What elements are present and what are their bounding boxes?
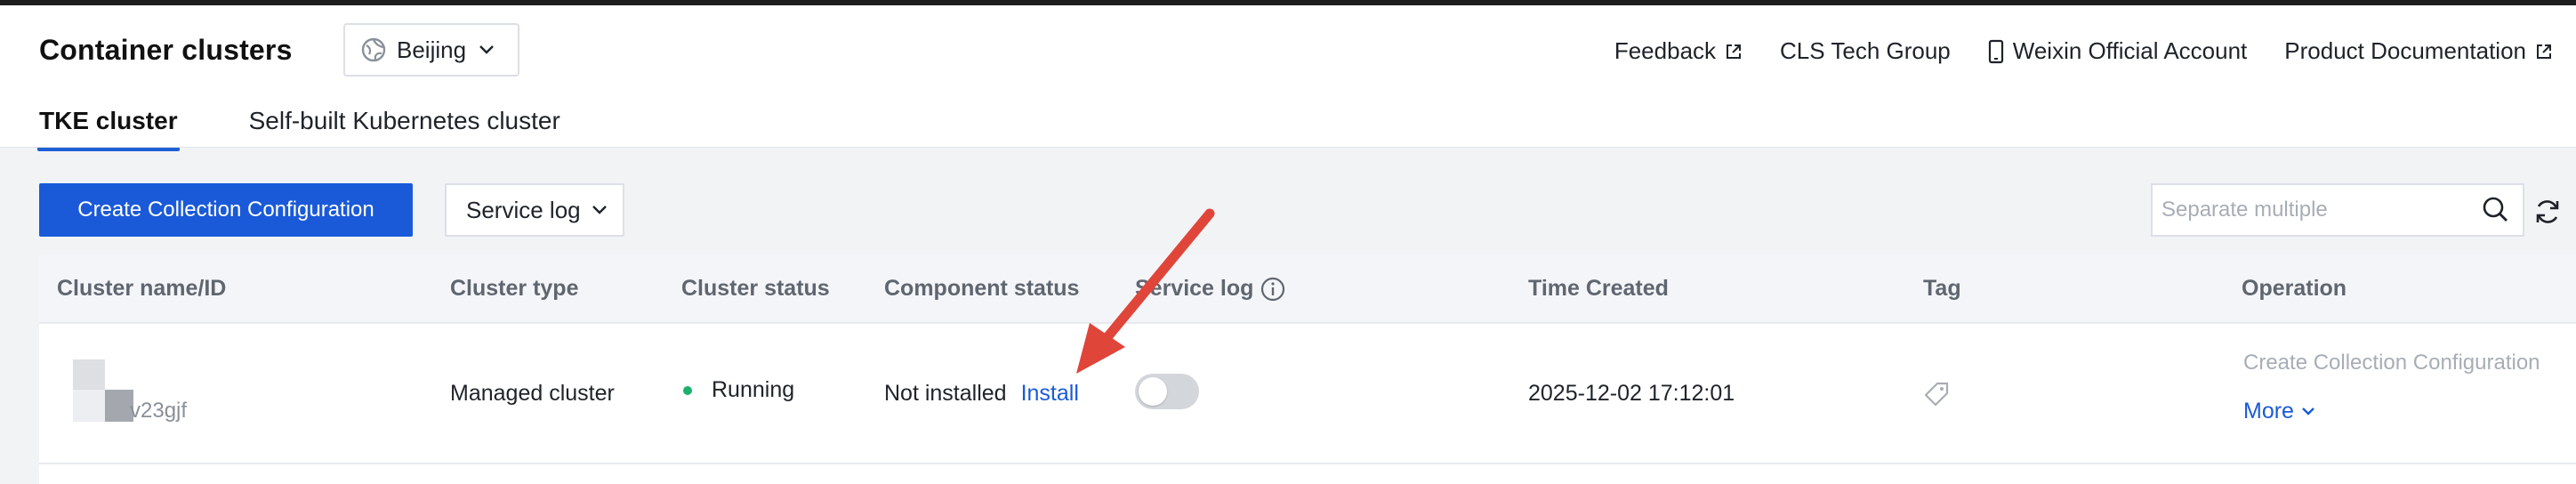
col-operation: Operation [2242, 276, 2347, 301]
table-header: Cluster name/ID Cluster type Cluster sta… [39, 254, 2576, 324]
chevron-down-icon [2302, 407, 2314, 415]
feedback-link[interactable]: Feedback [1614, 37, 1743, 65]
table-row: v23gjf Managed cluster Running Not insta… [39, 324, 2576, 464]
weixin-link[interactable]: Weixin Official Account [1988, 37, 2248, 65]
install-link[interactable]: Install [1021, 381, 1079, 407]
time-created: 2025-12-02 17:12:01 [1528, 381, 1735, 406]
docs-link[interactable]: Product Documentation [2284, 37, 2553, 65]
tab-self-built-cluster[interactable]: Self-built Kubernetes cluster [249, 107, 560, 148]
refresh-icon[interactable] [2533, 198, 2562, 226]
header-divider [0, 147, 2576, 148]
create-collection-config-button[interactable]: Create Collection Configuration [39, 183, 413, 237]
more-dropdown[interactable]: More [2243, 399, 2315, 424]
col-component-status: Component status [884, 276, 1080, 301]
more-label: More [2243, 399, 2294, 424]
chevron-down-icon [592, 206, 607, 214]
tech-group-link[interactable]: CLS Tech Group [1780, 37, 1951, 65]
cluster-table: Cluster name/ID Cluster type Cluster sta… [39, 254, 2576, 484]
docs-label: Product Documentation [2284, 37, 2526, 64]
search-icon[interactable] [2482, 196, 2510, 224]
component-status: Not installed Install [884, 381, 1079, 407]
info-icon[interactable] [1260, 277, 1285, 302]
op-create-config-link: Create Collection Configuration [2243, 351, 2540, 375]
cluster-status: Running [683, 377, 794, 403]
top-links: Feedback CLS Tech Group Weixin Official … [1577, 37, 2553, 65]
region-label: Beijing [397, 36, 467, 63]
service-log-toggle[interactable] [1135, 374, 1199, 409]
cluster-type: Managed cluster [450, 381, 615, 406]
col-cluster-status: Cluster status [681, 276, 830, 301]
col-cluster-name: Cluster name/ID [57, 276, 227, 301]
log-type-label: Service log [466, 196, 581, 223]
feedback-label: Feedback [1614, 37, 1717, 64]
col-service-log-label: Service log [1135, 276, 1254, 301]
search-input[interactable] [2161, 198, 2464, 222]
cluster-id[interactable]: v23gjf [130, 399, 187, 424]
col-tag: Tag [1923, 276, 1961, 301]
running-dot-icon [683, 385, 692, 395]
chevron-down-icon [479, 45, 494, 54]
external-link-icon [2537, 44, 2551, 59]
search-box [2151, 183, 2524, 237]
page-title: Container clusters [39, 34, 293, 66]
region-selector[interactable]: Beijing [343, 23, 519, 77]
external-link-icon [1727, 44, 1742, 59]
globe-icon [361, 37, 386, 62]
tech-group-label: CLS Tech Group [1780, 37, 1951, 64]
page-header: Container clusters Beijing Feedback CLS … [0, 5, 2576, 151]
phone-icon [1988, 39, 2003, 63]
log-type-select[interactable]: Service log [445, 183, 624, 237]
col-time-created: Time Created [1528, 276, 1669, 301]
tab-tke-cluster[interactable]: TKE cluster [37, 107, 180, 151]
tag-icon[interactable] [1923, 381, 1950, 407]
cluster-avatar [73, 359, 135, 425]
weixin-label: Weixin Official Account [2012, 37, 2248, 64]
col-service-log: Service log [1135, 276, 1285, 302]
cluster-status-label: Running [712, 377, 795, 402]
col-cluster-type: Cluster type [450, 276, 579, 301]
component-status-label: Not installed [884, 381, 1007, 406]
toggle-knob [1139, 377, 1167, 406]
cluster-tabs: TKE cluster Self-built Kubernetes cluste… [37, 107, 632, 151]
